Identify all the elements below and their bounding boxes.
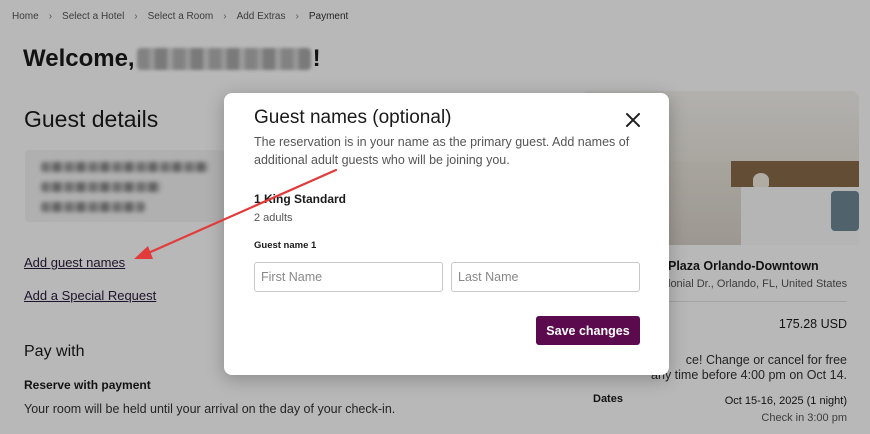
guest-names-modal: Guest names (optional) The reservation i…	[224, 93, 669, 375]
guest-name-label: Guest name 1	[254, 240, 317, 251]
close-icon[interactable]	[622, 109, 644, 131]
modal-description: The reservation is in your name as the p…	[254, 135, 630, 167]
first-name-input[interactable]	[254, 262, 443, 292]
modal-title: Guest names (optional)	[254, 107, 452, 128]
room-guest-count: 2 adults	[254, 212, 293, 224]
save-changes-button[interactable]: Save changes	[536, 316, 640, 345]
room-name: 1 King Standard	[254, 192, 347, 206]
last-name-input[interactable]	[451, 262, 640, 292]
